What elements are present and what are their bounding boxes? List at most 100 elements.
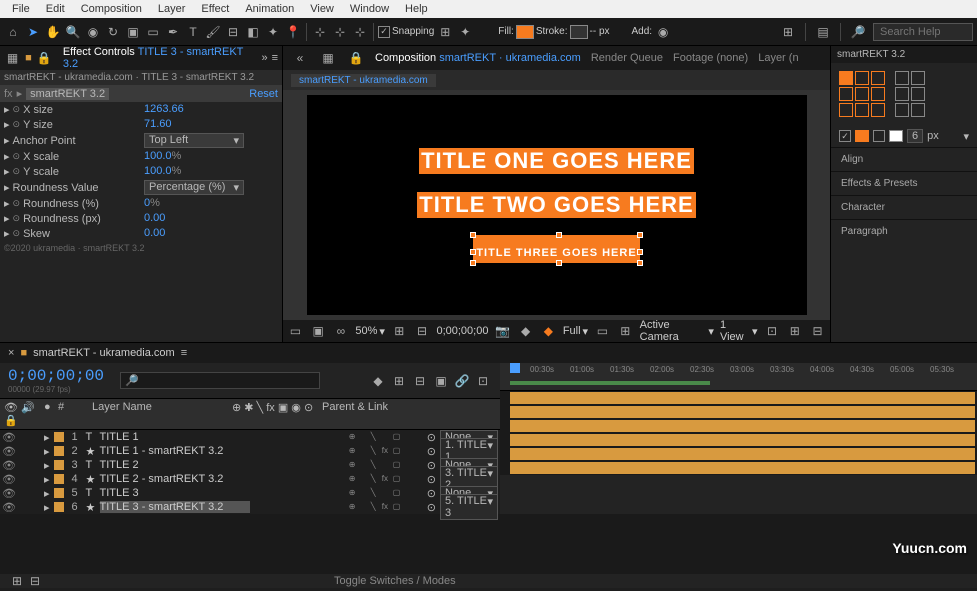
px-value[interactable]: 6 (907, 129, 923, 143)
layer-color[interactable] (54, 502, 64, 512)
menu-composition[interactable]: Composition (73, 1, 150, 17)
hand-tool-icon[interactable]: ✋ (44, 23, 62, 41)
menu-animation[interactable]: Animation (237, 1, 302, 17)
parent-dropdown[interactable]: 5. TITLE 3▾ (440, 494, 498, 520)
prop-value[interactable]: 0.00 (144, 227, 165, 240)
prop-roundness-[interactable]: ▸⊙Roundness (%) (4, 197, 144, 210)
selection-tool-icon[interactable]: ➤ (24, 23, 42, 41)
project-icon[interactable]: ▦ (4, 49, 21, 67)
anchor-grid[interactable] (839, 71, 885, 117)
add-icon[interactable]: ◉ (654, 23, 672, 41)
timeline-search[interactable]: 🔎 (120, 372, 320, 389)
opt-icon-3[interactable] (895, 87, 909, 101)
search-help-input[interactable] (873, 23, 973, 41)
layer-bar[interactable] (510, 448, 975, 460)
vc-icon1[interactable]: ▭ (287, 322, 304, 340)
prop-dropdown[interactable]: Percentage (%)▾ (144, 180, 244, 195)
anchor-tool-icon[interactable]: ▣ (124, 23, 142, 41)
vc-icon3[interactable]: ∞ (333, 322, 350, 340)
prop-roundness-value[interactable]: ▸Roundness Value (4, 180, 144, 195)
stroke-px[interactable]: -- px (590, 26, 610, 37)
layer-bar[interactable] (510, 434, 975, 446)
pickwhip-icon[interactable]: ⊙ (427, 473, 436, 486)
vc-opt2-icon[interactable]: ⊞ (786, 322, 803, 340)
menu-layer[interactable]: Layer (150, 1, 194, 17)
tab-overflow-icon[interactable]: » (261, 52, 267, 64)
prop-roundness-px-[interactable]: ▸⊙Roundness (px) (4, 212, 144, 225)
brush-tool-icon[interactable]: 🖌 (204, 23, 222, 41)
pickwhip-icon[interactable]: ⊙ (427, 445, 436, 458)
menu-file[interactable]: File (4, 1, 38, 17)
comp-back-icon[interactable]: « (291, 49, 309, 67)
tl-close-icon[interactable]: × (8, 347, 14, 359)
px-checkbox[interactable]: ✓ (839, 130, 851, 142)
tl-icon-1[interactable]: ◆ (369, 372, 387, 390)
views-dropdown[interactable]: 1 View ▾ (720, 319, 758, 343)
comp-lock-icon[interactable]: 🔒 (347, 49, 365, 67)
camera-dropdown[interactable]: Active Camera ▾ (640, 319, 714, 343)
tab-footage[interactable]: Footage (none) (673, 52, 748, 64)
rotate-tool-icon[interactable]: ↻ (104, 23, 122, 41)
reset-button[interactable]: Reset (249, 88, 278, 100)
roto-tool-icon[interactable]: ✦ (264, 23, 282, 41)
rect-tool-icon[interactable]: ▭ (144, 23, 162, 41)
prop-x-size[interactable]: ▸⊙X size (4, 103, 144, 116)
menu-edit[interactable]: Edit (38, 1, 73, 17)
color-icon[interactable]: ◆ (540, 322, 557, 340)
title-3[interactable]: TITLE THREE GOES HERE (474, 236, 638, 262)
layer-color[interactable] (54, 446, 64, 456)
panel-icon[interactable]: ▤ (814, 23, 832, 41)
layer-row[interactable]: 👁 ▸ 6 ★ TITLE 3 - smartREKT 3.2 ⊕╲fx▢ ⊙ … (0, 500, 500, 514)
prop-x-scale[interactable]: ▸⊙X scale (4, 150, 144, 163)
menu-view[interactable]: View (302, 1, 342, 17)
layer-row[interactable]: 👁 ▸ 4 ★ TITLE 2 - smartREKT 3.2 ⊕╲fx▢ ⊙ … (0, 472, 500, 486)
tab-layer[interactable]: Layer (n (758, 52, 798, 64)
tl-icon-6[interactable]: ⊡ (474, 372, 492, 390)
timeline-tab[interactable]: smartREKT - ukramedia.com (33, 347, 175, 359)
prop-anchor-point[interactable]: ▸Anchor Point (4, 133, 144, 148)
vc-res-icon[interactable]: ⊞ (391, 322, 408, 340)
viewport-timecode[interactable]: 0;00;00;00 (436, 325, 488, 337)
snapping-checkbox[interactable]: ✓ (378, 26, 390, 38)
layer-bar[interactable] (510, 406, 975, 418)
eraser-tool-icon[interactable]: ◧ (244, 23, 262, 41)
tl-icon-4[interactable]: ▣ (432, 372, 450, 390)
layer-bar[interactable] (510, 462, 975, 474)
prop-skew[interactable]: ▸⊙Skew (4, 227, 144, 240)
fill-swatch-2[interactable] (855, 130, 869, 142)
tl-icon-2[interactable]: ⊞ (390, 372, 408, 390)
orbit-tool-icon[interactable]: ◉ (84, 23, 102, 41)
vc-icon2[interactable]: ▣ (310, 322, 327, 340)
prop-value[interactable]: 71.60 (144, 118, 172, 131)
right-panel-tab[interactable]: smartREKT 3.2 (831, 46, 977, 63)
zoom-dropdown[interactable]: 50% ▾ (355, 325, 385, 338)
section-align[interactable]: Align (831, 147, 977, 171)
opt-icon-1[interactable] (895, 71, 909, 85)
menu-window[interactable]: Window (342, 1, 397, 17)
fill-swatch[interactable] (516, 25, 534, 39)
prop-value[interactable]: 100.0 (144, 165, 172, 178)
prop-y-scale[interactable]: ▸⊙Y scale (4, 165, 144, 178)
layer-row[interactable]: 👁 ▸ 2 ★ TITLE 1 - smartREKT 3.2 ⊕╲fx▢ ⊙ … (0, 444, 500, 458)
vc-opt1-icon[interactable]: ⊡ (764, 322, 781, 340)
layer-bar[interactable] (510, 420, 975, 432)
prop-value[interactable]: 1263.66 (144, 103, 184, 116)
prop-value[interactable]: 100.0 (144, 150, 172, 163)
section-effects-presets[interactable]: Effects & Presets (831, 171, 977, 195)
channel-icon[interactable]: ◆ (517, 322, 534, 340)
visibility-icon[interactable]: 👁 (2, 501, 12, 514)
work-area[interactable] (510, 381, 710, 385)
vc-grid-icon[interactable]: ⊟ (414, 322, 431, 340)
tl-menu-icon[interactable]: ≡ (181, 347, 187, 359)
opt-icon-4[interactable] (911, 87, 925, 101)
chevron-down-icon[interactable]: ▾ (963, 130, 969, 143)
stroke-swatch[interactable] (570, 25, 588, 39)
tl-bottom-2[interactable]: ⊟ (26, 572, 44, 590)
menu-effect[interactable]: Effect (193, 1, 237, 17)
timeline-timecode[interactable]: 0;00;00;00 (8, 367, 104, 385)
toggle-switches-button[interactable]: Toggle Switches / Modes (334, 575, 456, 587)
stroke-swatch-2[interactable] (889, 130, 903, 142)
layer-name[interactable]: TITLE 2 - smartREKT 3.2 (100, 473, 250, 485)
puppet-tool-icon[interactable]: 📍 (284, 23, 302, 41)
layer-bar[interactable] (510, 392, 975, 404)
